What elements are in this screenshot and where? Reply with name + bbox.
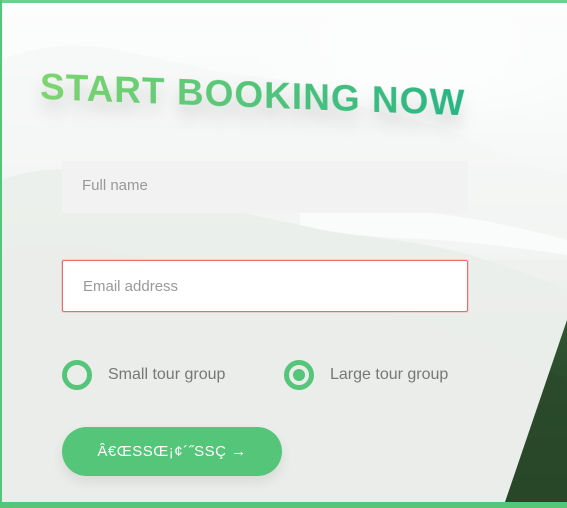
booking-section: START BOOKING NOW Small tour group Large…	[0, 0, 567, 508]
radio-large-tour-group[interactable]: Large tour group	[284, 360, 448, 390]
panel-bottom-border	[0, 502, 567, 508]
full-name-input[interactable]	[62, 161, 468, 213]
radio-button-selected-icon[interactable]	[284, 360, 314, 390]
radio-dot-icon	[293, 369, 305, 381]
email-input[interactable]	[62, 260, 468, 312]
radio-label: Small tour group	[108, 366, 226, 383]
radio-button-icon[interactable]	[62, 360, 92, 390]
panel-left-border	[0, 0, 2, 508]
radio-label: Large tour group	[330, 366, 449, 383]
submit-button[interactable]: Â€ŒSSŒ¡¢´˝SSÇ →	[62, 427, 282, 476]
radio-small-tour-group[interactable]: Small tour group	[62, 360, 225, 390]
